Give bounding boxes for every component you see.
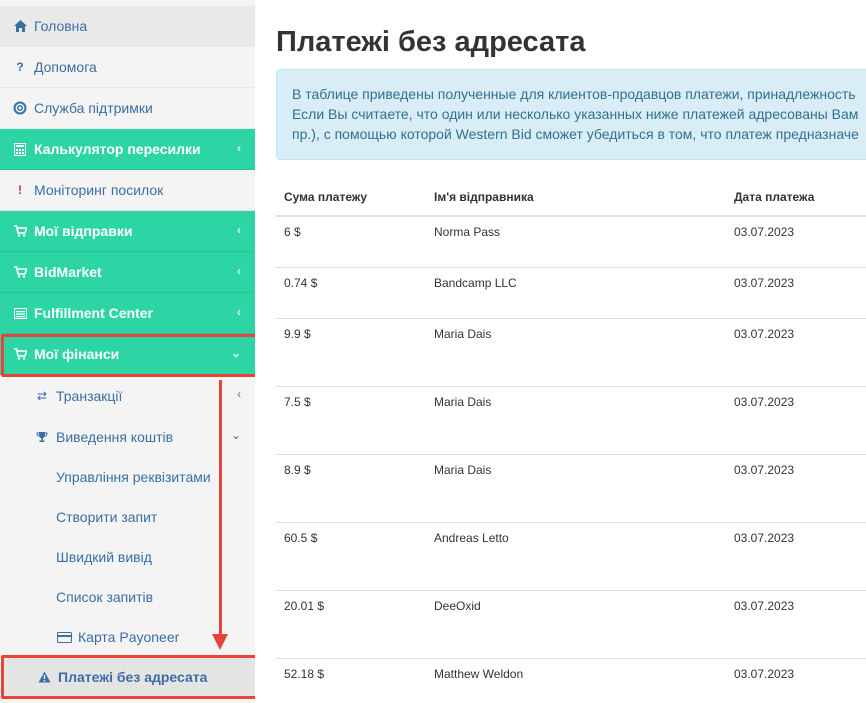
cell-date: 03.07.2023 <box>726 216 866 268</box>
cell-date: 03.07.2023 <box>726 590 866 659</box>
cell-sender: DeeOxid <box>426 590 726 659</box>
table-row[interactable]: 8.9 $ Maria Dais 03.07.2023 <box>276 454 866 523</box>
cell-amount: 8.9 $ <box>276 454 426 523</box>
cell-sender: Maria Dais <box>426 318 726 387</box>
page-title: Платежі без адресата <box>276 26 586 58</box>
table-row[interactable]: 52.18 $ Matthew Weldon 03.07.2023 <box>276 658 866 703</box>
sidebar-item-shipping-calculator[interactable]: Калькулятор пересилки ‹ <box>0 129 255 170</box>
annotation-arrow-head-icon <box>212 634 228 650</box>
chevron-left-icon: ‹ <box>237 141 241 155</box>
sidebar-item-label: Fulfillment Center <box>34 305 154 321</box>
cell-amount: 20.01 $ <box>276 590 426 659</box>
table-row[interactable]: 20.01 $ DeeOxid 03.07.2023 <box>276 590 866 659</box>
sidebar-item-request-list[interactable]: Список запитів <box>0 577 255 617</box>
cell-sender: Matthew Weldon <box>426 658 726 703</box>
column-header-date[interactable]: Дата платежа <box>726 178 866 217</box>
list-icon <box>12 307 28 319</box>
sidebar-item-manage-requisites[interactable]: Управління реквізитами <box>0 457 255 497</box>
cell-amount: 7.5 $ <box>276 386 426 455</box>
cell-date: 03.07.2023 <box>726 386 866 455</box>
cell-amount: 60.5 $ <box>276 522 426 591</box>
sidebar-item-label: Служба підтримки <box>34 100 153 116</box>
table-row[interactable]: 9.9 $ Maria Dais 03.07.2023 <box>276 318 866 387</box>
column-header-amount[interactable]: Сума платежу <box>276 178 426 217</box>
table-row[interactable]: 0.74 $ Bandcamp LLC 03.07.2023 <box>276 267 866 319</box>
cart-icon <box>12 348 28 360</box>
sidebar-item-label: Головна <box>34 18 88 34</box>
chevron-left-icon: ‹ <box>237 305 241 319</box>
cell-sender: Bandcamp LLC <box>426 267 726 319</box>
sidebar-item-label: Допомога <box>34 59 97 75</box>
table-header-row: Сума платежу Ім'я відправника Дата плате… <box>276 178 866 217</box>
cart-icon <box>12 225 28 237</box>
sidebar-item-help[interactable]: ? Допомога <box>0 47 255 88</box>
cell-date: 03.07.2023 <box>726 522 866 591</box>
sidebar-item-home[interactable]: Головна <box>0 6 255 47</box>
info-line: Если Вы считаете, что один или несколько… <box>292 106 859 122</box>
table-row[interactable]: 6 $ Norma Pass 03.07.2023 <box>276 216 866 268</box>
sidebar-item-label: Платежі без адресата <box>58 669 208 685</box>
sidebar-item-fulfillment-center[interactable]: Fulfillment Center ‹ <box>0 293 255 334</box>
sidebar-item-label: Створити запит <box>56 509 158 525</box>
chevron-left-icon: ‹ <box>237 264 241 278</box>
chevron-left-icon: ‹ <box>237 223 241 237</box>
cell-sender: Norma Pass <box>426 216 726 268</box>
sidebar-item-transactions[interactable]: ⇄ Транзакції ‹ <box>0 375 255 416</box>
sidebar-item-label: Виведення коштів <box>56 428 174 445</box>
exclamation-icon: ! <box>18 183 22 197</box>
info-line: пр.), с помощью которой Western Bid смож… <box>292 126 859 142</box>
lifebuoy-icon <box>12 101 28 115</box>
payments-table: Сума платежу Ім'я відправника Дата плате… <box>276 178 866 703</box>
sidebar-item-label: Моніторинг посилок <box>34 182 164 198</box>
sidebar-item-support[interactable]: Служба підтримки <box>0 88 255 129</box>
calculator-icon <box>12 142 28 156</box>
home-icon <box>12 20 28 32</box>
sidebar-item-label: BidMarket <box>34 264 102 280</box>
sidebar-item-label: Мої фінанси <box>34 346 120 362</box>
chevron-down-icon: ⌄ <box>230 428 241 442</box>
sidebar-item-my-finances[interactable]: Мої фінанси ⌄ <box>0 334 255 375</box>
cart-icon <box>12 266 28 278</box>
chevron-down-icon: ⌄ <box>230 346 241 360</box>
sidebar: Головна ? Допомога Служба підтримки Каль… <box>0 0 256 703</box>
sidebar-item-withdrawal[interactable]: Виведення коштів ⌄ <box>0 416 255 457</box>
exchange-icon: ⇄ <box>36 388 48 403</box>
cell-amount: 52.18 $ <box>276 658 426 703</box>
cell-date: 03.07.2023 <box>726 454 866 523</box>
column-header-sender[interactable]: Ім'я відправника <box>426 178 726 217</box>
cell-sender: Maria Dais <box>426 454 726 523</box>
sidebar-item-label: Транзакції <box>56 387 123 404</box>
cell-sender: Andreas Letto <box>426 522 726 591</box>
question-icon: ? <box>16 60 24 74</box>
credit-card-icon <box>56 631 72 643</box>
annotation-arrow-line <box>219 380 222 638</box>
cell-date: 03.07.2023 <box>726 318 866 387</box>
cell-amount: 9.9 $ <box>276 318 426 387</box>
sidebar-item-create-request[interactable]: Створити запит <box>0 497 255 537</box>
info-alert: В таблице приведены полученные для клиен… <box>276 69 866 160</box>
sidebar-item-label: Карта Payoneer <box>78 629 180 645</box>
sidebar-item-unaddressed-payments[interactable]: Платежі без адресата <box>2 657 256 697</box>
warning-icon <box>36 671 52 683</box>
sidebar-item-quick-withdrawal[interactable]: Швидкий вивід <box>0 537 255 577</box>
sidebar-item-label: Калькулятор пересилки <box>34 141 201 157</box>
sidebar-item-label: Список запитів <box>56 589 154 605</box>
info-line: В таблице приведены полученные для клиен… <box>292 86 856 102</box>
sidebar-item-label: Мої відправки <box>34 223 133 239</box>
main-content: Платежі без адресата В таблице приведены… <box>255 0 866 703</box>
table-row[interactable]: 7.5 $ Maria Dais 03.07.2023 <box>276 386 866 455</box>
sidebar-item-parcel-monitoring[interactable]: ! Моніторинг посилок <box>0 170 255 211</box>
sidebar-item-label: Управління реквізитами <box>56 469 211 485</box>
sidebar-item-bidmarket[interactable]: BidMarket ‹ <box>0 252 255 293</box>
cell-date: 03.07.2023 <box>726 267 866 319</box>
cell-amount: 0.74 $ <box>276 267 426 319</box>
cell-sender: Maria Dais <box>426 386 726 455</box>
sidebar-item-my-shipments[interactable]: Мої відправки ‹ <box>0 211 255 252</box>
sidebar-item-label: Швидкий вивід <box>56 549 152 565</box>
cell-amount: 6 $ <box>276 216 426 268</box>
chevron-left-icon: ‹ <box>237 387 241 401</box>
trophy-icon <box>34 431 50 443</box>
cell-date: 03.07.2023 <box>726 658 866 703</box>
table-row[interactable]: 60.5 $ Andreas Letto 03.07.2023 <box>276 522 866 591</box>
